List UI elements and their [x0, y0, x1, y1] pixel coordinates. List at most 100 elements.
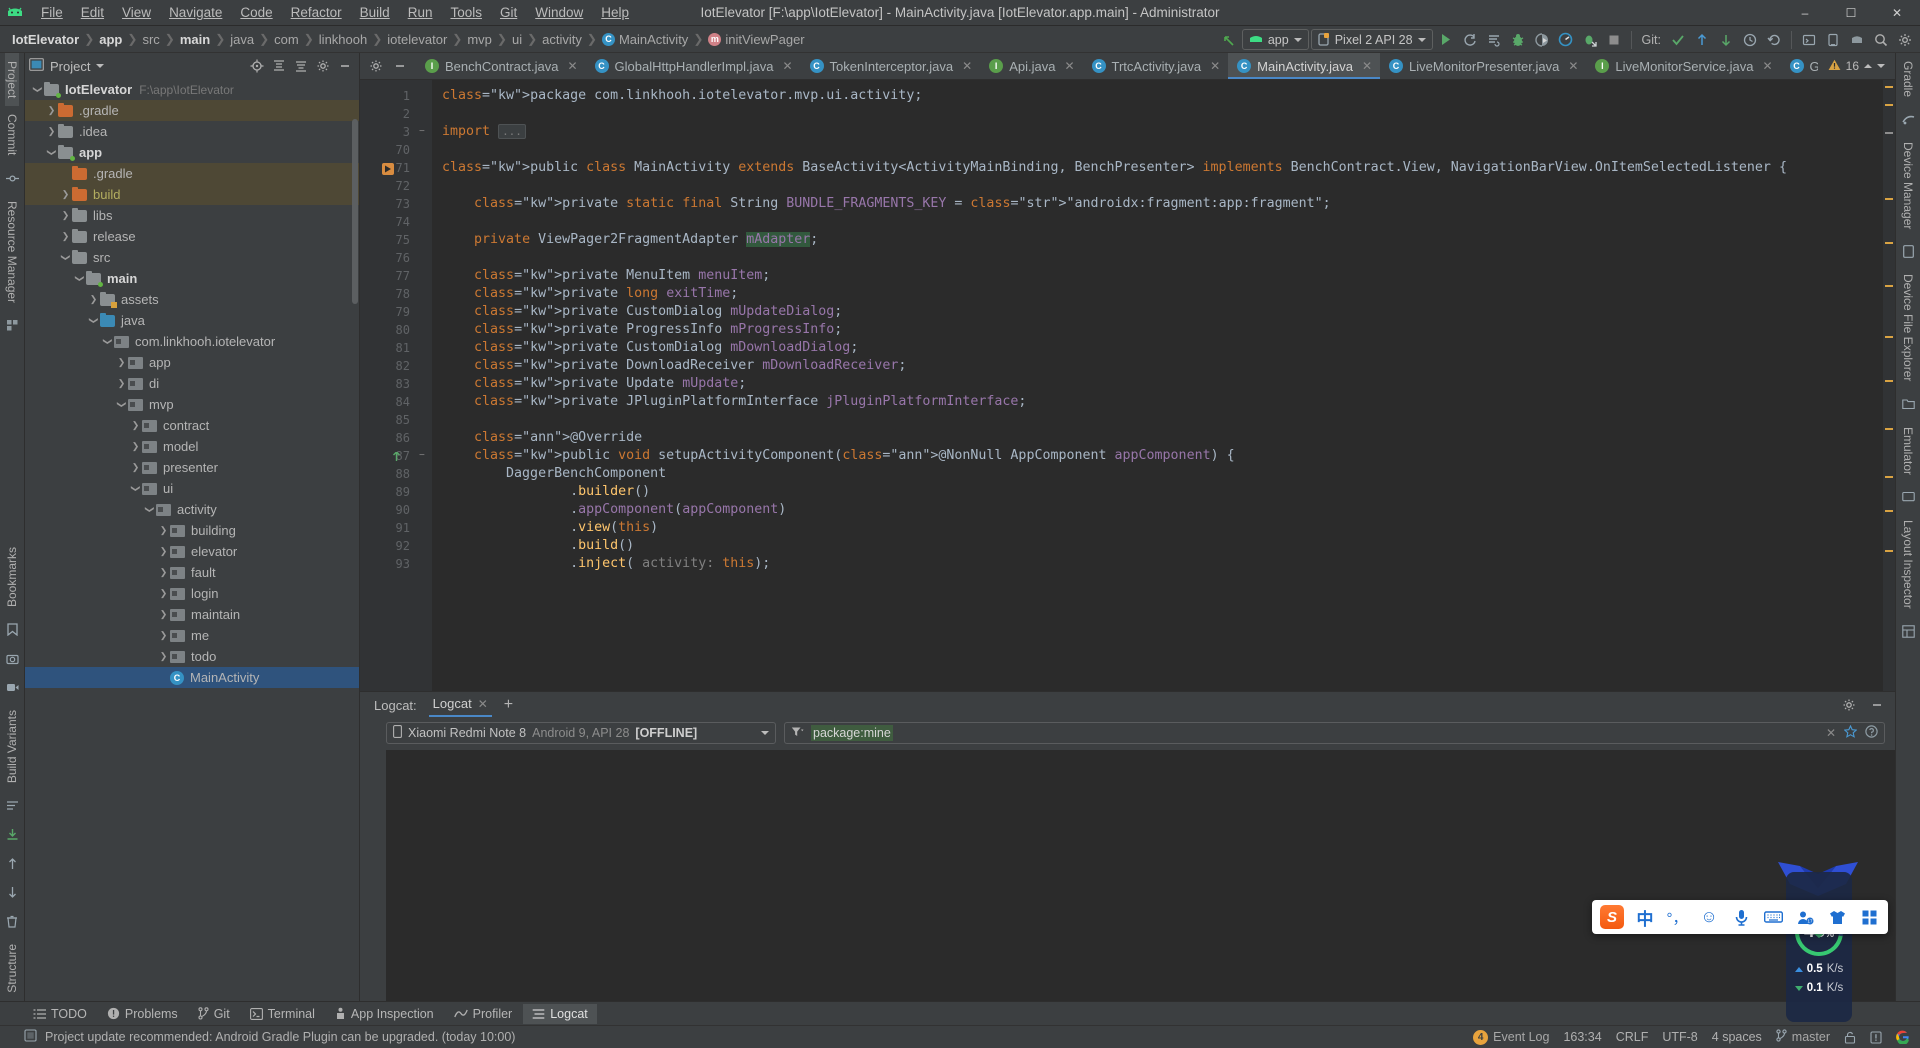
trash-rail-icon[interactable]	[2, 911, 23, 932]
chevron-down-icon[interactable]: ❯	[116, 398, 127, 411]
bottom-tool-git[interactable]: Git	[189, 1004, 239, 1024]
line-number[interactable]: 93	[360, 555, 418, 573]
menu-tools[interactable]: Tools	[441, 2, 491, 23]
tree-node-building[interactable]: ❯ building	[25, 520, 359, 541]
search-everywhere-icon[interactable]	[1870, 29, 1892, 51]
line-number[interactable]: 90	[360, 501, 418, 519]
menu-run[interactable]: Run	[399, 2, 442, 23]
tree-node-main[interactable]: ❯ main	[25, 268, 359, 289]
fold-marker[interactable]	[418, 393, 432, 411]
tree-node-java[interactable]: ❯ java	[25, 310, 359, 331]
code-editor[interactable]: 1 2 3 70 71 72 73 74 75 76 77 78 79 80 81 82 83 84 85 86 87 8…	[360, 80, 1895, 691]
line-number[interactable]: 3	[360, 123, 418, 141]
menu-refactor[interactable]: Refactor	[282, 2, 351, 23]
editor-tab-livemonitorpresenter[interactable]: C LiveMonitorPresenter.java ✕	[1380, 53, 1586, 79]
rail-item-gradle[interactable]: Gradle	[1901, 53, 1915, 105]
menu-navigate[interactable]: Navigate	[160, 2, 231, 23]
help-icon[interactable]	[1865, 725, 1878, 741]
caret-position[interactable]: 163:34	[1563, 1030, 1601, 1044]
code-line[interactable]: .inject( activity: this);	[442, 555, 1895, 573]
code-line[interactable]	[442, 213, 1895, 231]
menu-code[interactable]: Code	[231, 2, 281, 23]
rail-item-resource-manager[interactable]: Resource Manager	[5, 193, 19, 311]
line-number[interactable]: 92	[360, 537, 418, 555]
chevron-right-icon[interactable]: ❯	[157, 567, 170, 578]
breadcrumb-item-mvp[interactable]: mvp	[463, 31, 496, 48]
chevron-right-icon[interactable]: ❯	[115, 357, 128, 368]
bottom-tool-todo[interactable]: TODO	[24, 1004, 96, 1024]
tree-node-me[interactable]: ❯ me	[25, 625, 359, 646]
logcat-tab[interactable]: Logcat ✕	[428, 693, 492, 717]
chevron-right-icon[interactable]: ❯	[157, 546, 170, 557]
editor-tab-livemonitorservice[interactable]: I LiveMonitorService.java ✕	[1586, 53, 1780, 79]
tree-node-libs[interactable]: ❯ libs	[25, 205, 359, 226]
code-line[interactable]	[442, 141, 1895, 159]
line-number[interactable]: 82	[360, 357, 418, 375]
tree-node-app[interactable]: ❯ app	[25, 352, 359, 373]
close-icon[interactable]: ✕	[478, 697, 488, 711]
line-number[interactable]: 87	[360, 447, 418, 465]
tree-node--gradle[interactable]: ❯ .gradle	[25, 100, 359, 121]
chevron-down-icon[interactable]	[761, 731, 769, 735]
close-icon[interactable]: ✕	[1826, 726, 1836, 740]
settings-icon[interactable]	[1839, 695, 1859, 715]
fold-marker[interactable]	[418, 429, 432, 447]
code-line[interactable]: DaggerBenchComponent	[442, 465, 1895, 483]
chevron-right-icon[interactable]: ❯	[59, 210, 72, 221]
line-number[interactable]: 76	[360, 249, 418, 267]
stop-icon[interactable]	[1603, 29, 1625, 51]
line-number[interactable]: 70	[360, 141, 418, 159]
ime-toolbar[interactable]: S 中 °， ☺ 17	[1592, 900, 1888, 934]
tree-node-model[interactable]: ❯ model	[25, 436, 359, 457]
record-rail-icon[interactable]	[2, 677, 23, 698]
rail-item-structure[interactable]: Structure	[5, 936, 19, 1001]
code-line[interactable]: class="kw">private DownloadReceiver mDow…	[442, 357, 1895, 375]
code-line[interactable]: class="kw">private ProgressInfo mProgres…	[442, 321, 1895, 339]
network-speed-widget[interactable]: 46% 0.5 K/s 0.1 K/s	[1785, 872, 1853, 1022]
device-dropdown[interactable]: Xiaomi Redmi Note 8 Android 9, API 28 [O…	[386, 722, 776, 744]
notifications-icon[interactable]	[1870, 1030, 1882, 1044]
tree-node-com-linkhooh-iotelevator[interactable]: ❯ com.linkhooh.iotelevator	[25, 331, 359, 352]
fold-marker[interactable]	[418, 537, 432, 555]
line-number[interactable]: 84	[360, 393, 418, 411]
tree-scrollbar[interactable]	[352, 119, 358, 304]
fold-marker[interactable]	[418, 285, 432, 303]
tree-node-iotelevator[interactable]: ❯ IotElevator F:\app\IotElevator	[25, 79, 359, 100]
code-line[interactable]: class="kw">private Update mUpdate;	[442, 375, 1895, 393]
bottom-tool-terminal[interactable]: Terminal	[241, 1004, 324, 1024]
menu-window[interactable]: Window	[526, 2, 592, 23]
tree-node-mvp[interactable]: ❯ mvp	[25, 394, 359, 415]
file-encoding[interactable]: UTF-8	[1662, 1030, 1697, 1044]
line-number[interactable]: 2	[360, 105, 418, 123]
chevron-right-icon[interactable]: ❯	[157, 588, 170, 599]
code-line[interactable]	[442, 249, 1895, 267]
line-number[interactable]: 72	[360, 177, 418, 195]
tree-node-build[interactable]: ❯ build	[25, 184, 359, 205]
ime-punctuation-toggle[interactable]: °，	[1666, 906, 1688, 928]
chevron-right-icon[interactable]: ❯	[45, 126, 58, 137]
line-number[interactable]: 75	[360, 231, 418, 249]
tree-node-assets[interactable]: ❯ assets	[25, 289, 359, 310]
settings-icon[interactable]	[366, 56, 386, 76]
tree-node-mainactivity[interactable]: C MainActivity	[25, 667, 359, 688]
run-with-coverage-icon[interactable]	[1531, 29, 1553, 51]
rail-item-device-file-explorer[interactable]: Device File Explorer	[1901, 266, 1915, 389]
menu-git[interactable]: Git	[491, 2, 526, 23]
bottom-tool-app-inspection[interactable]: App Inspection	[326, 1004, 443, 1024]
line-number[interactable]: 86	[360, 429, 418, 447]
arrow-down-rail-icon[interactable]	[2, 882, 23, 903]
rail-item-bookmarks[interactable]: Bookmarks	[5, 539, 19, 615]
fold-marker[interactable]	[418, 483, 432, 501]
fold-marker[interactable]	[418, 357, 432, 375]
tree-node-presenter[interactable]: ❯ presenter	[25, 457, 359, 478]
run-console-icon[interactable]	[1483, 29, 1505, 51]
chevron-right-icon[interactable]: ❯	[129, 441, 142, 452]
hide-editor-icon[interactable]	[390, 56, 410, 76]
code-line[interactable]: class="kw">package com.linkhooh.ioteleva…	[442, 87, 1895, 105]
line-number[interactable]: 91	[360, 519, 418, 537]
rail-item-project[interactable]: Project	[5, 53, 19, 107]
breadcrumb-item-iotelevator-pkg[interactable]: iotelevator	[383, 31, 451, 48]
breadcrumb-item-src[interactable]: src	[138, 31, 163, 48]
chevron-right-icon[interactable]: ❯	[157, 609, 170, 620]
editor-tab-globalconfiguration[interactable]: CGlobalConfiguration.java✕	[1781, 53, 1818, 79]
